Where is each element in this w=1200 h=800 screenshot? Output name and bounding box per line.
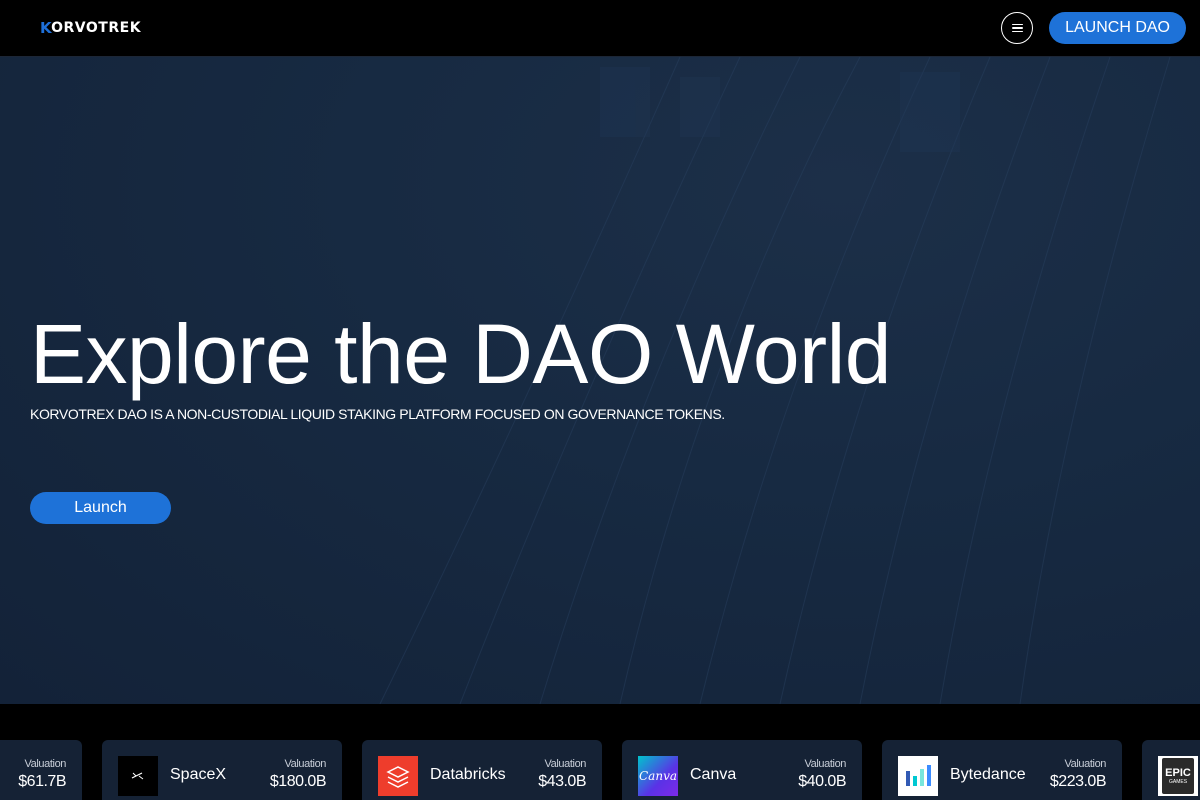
top-header: K ORVOTREK LAUNCH DAO (0, 0, 1200, 57)
valuation-label: Valuation (804, 758, 847, 770)
valuation-amount: $43.0B (538, 773, 586, 790)
company-card-canva[interactable]: Canva Canva Valuation $40.0B (622, 740, 862, 800)
valuation-amount: $61.7B (18, 773, 66, 790)
company-name: Canva (690, 766, 737, 783)
company-card[interactable]: Valuation $61.7B (0, 740, 82, 800)
valuation-label: Valuation (284, 758, 327, 770)
launch-dao-button[interactable]: LAUNCH DAO (1049, 12, 1186, 44)
company-card-epic-games[interactable]: EPIC GAMES (1142, 740, 1200, 800)
company-card-spacex[interactable]: SpaceX Valuation $180.0B (102, 740, 342, 800)
valuation-label: Valuation (1064, 758, 1107, 770)
databricks-logo-icon (378, 756, 418, 796)
spacex-logo-icon (118, 756, 158, 796)
bytedance-logo-icon (898, 756, 938, 796)
hero-section: Explore the DAO World KORVOTREX DAO IS A… (0, 57, 1200, 704)
brand-logo[interactable]: K ORVOTREK (40, 19, 141, 37)
company-card-databricks[interactable]: Databricks Valuation $43.0B (362, 740, 602, 800)
company-name: SpaceX (170, 766, 227, 783)
company-card-bytedance[interactable]: Bytedance Valuation $223.0B (882, 740, 1122, 800)
valuation-label: Valuation (24, 758, 67, 770)
hero-title: Explore the DAO World (30, 307, 891, 401)
company-name: Databricks (430, 766, 506, 783)
hamburger-menu-icon (1011, 23, 1023, 33)
menu-button[interactable] (1001, 12, 1034, 44)
valuation-amount: $180.0B (269, 773, 327, 790)
header-actions: LAUNCH DAO (1001, 12, 1186, 44)
valuation-amount: $40.0B (798, 773, 846, 790)
company-ticker: Valuation $61.7B SpaceX Valuation $180.0… (0, 704, 1200, 800)
valuation-amount: $223.0B (1049, 773, 1107, 790)
hero-subtitle: KORVOTREX DAO IS A NON-CUSTODIAL LIQUID … (30, 406, 725, 422)
valuation-label: Valuation (544, 758, 587, 770)
company-name: Bytedance (950, 766, 1026, 783)
logo-text: ORVOTREK (51, 20, 142, 36)
canva-logo-icon: Canva (638, 756, 678, 796)
epic-games-logo-icon: EPIC GAMES (1158, 756, 1198, 796)
hero-launch-button[interactable]: Launch (30, 492, 171, 524)
